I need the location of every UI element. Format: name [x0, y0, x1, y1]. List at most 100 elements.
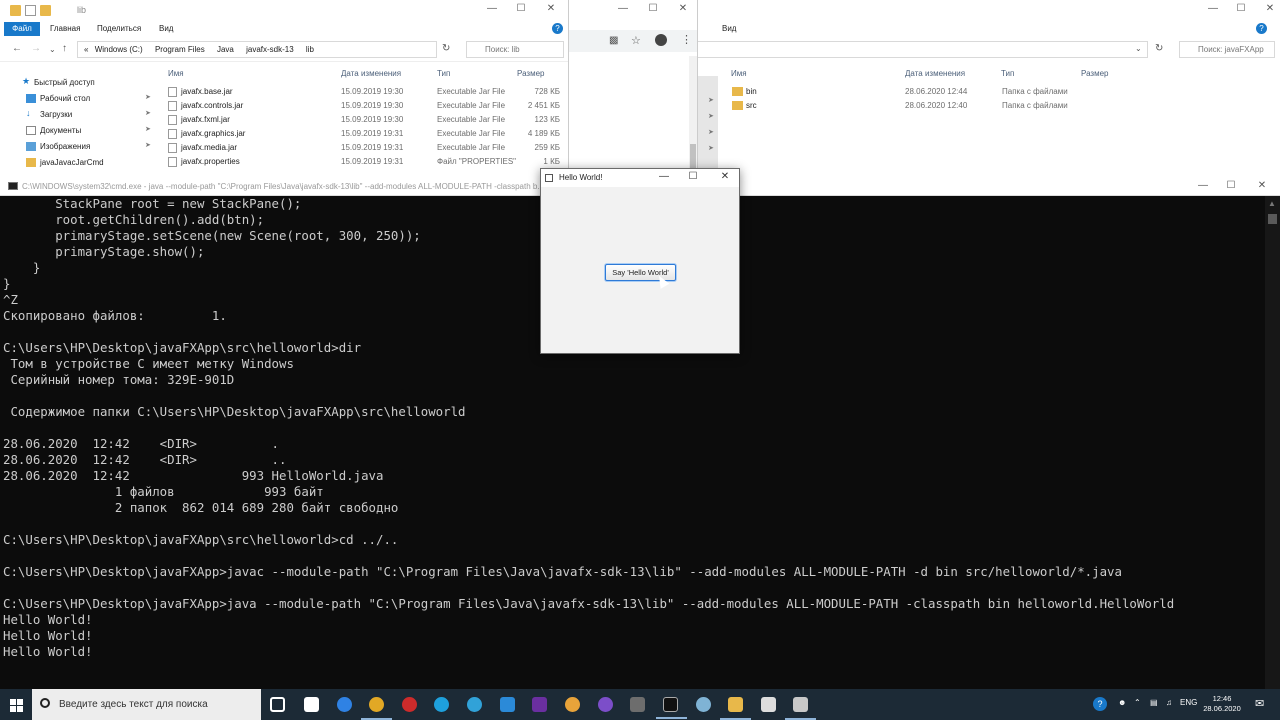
app-orange-icon[interactable]: [565, 697, 580, 712]
tab-share[interactable]: Поделиться: [97, 24, 141, 33]
up-arrow-icon[interactable]: ↑: [62, 43, 67, 54]
address-dropdown-icon[interactable]: ⌄: [1135, 44, 1142, 53]
breadcrumb-javafx-sdk[interactable]: javafx-sdk-13: [246, 45, 294, 54]
folder-row[interactable]: bin 28.06.2020 12:44 Папка с файлами: [732, 85, 1132, 99]
file-row[interactable]: javafx.controls.jar 15.09.2019 19:30 Exe…: [168, 99, 566, 113]
back-arrow-icon[interactable]: ←: [12, 43, 22, 54]
nav-item-quick-access[interactable]: ★ Быстрый доступ: [0, 76, 158, 90]
column-header-size[interactable]: Размер: [517, 69, 545, 78]
file-row[interactable]: javafx.graphics.jar 15.09.2019 19:31 Exe…: [168, 127, 566, 141]
scroll-up-icon[interactable]: ▲: [1268, 199, 1276, 208]
volume-icon[interactable]: ♫: [1166, 698, 1172, 707]
system-clock[interactable]: 12:46 28.06.2020: [1200, 694, 1244, 714]
search-input[interactable]: Поиск: javaFXApp: [1179, 41, 1275, 58]
opera-icon[interactable]: [402, 697, 417, 712]
column-header-name[interactable]: Имя: [168, 69, 184, 78]
column-header-name[interactable]: Имя: [731, 69, 747, 78]
edge-browser-icon[interactable]: [337, 697, 352, 712]
column-header-type[interactable]: Тип: [437, 69, 450, 78]
browser-window[interactable]: — ☐ ✕ ▩ ☆ ⋮: [568, 0, 698, 196]
java-app-icon[interactable]: [785, 697, 816, 720]
hello-maximize-button[interactable]: ☐: [686, 171, 700, 182]
show-hidden-icons-chevron-icon[interactable]: ⌃: [1134, 698, 1141, 707]
column-header-type[interactable]: Тип: [1001, 69, 1014, 78]
browser-maximize-button[interactable]: ☐: [645, 3, 661, 14]
file-row[interactable]: javafx.fxml.jar 15.09.2019 19:30 Executa…: [168, 113, 566, 127]
translate-icon[interactable]: ▩: [609, 35, 618, 46]
visual-studio-icon[interactable]: [532, 697, 547, 712]
notifications-icon[interactable]: ✉: [1255, 697, 1264, 710]
column-header-size[interactable]: Размер: [1081, 69, 1109, 78]
breadcrumb-program-files[interactable]: Program Files: [155, 45, 205, 54]
language-indicator[interactable]: ENG: [1180, 698, 1197, 707]
cmd-taskbar-icon[interactable]: [656, 697, 687, 719]
help-icon[interactable]: ?: [1256, 23, 1267, 34]
minimize-button[interactable]: —: [484, 3, 500, 14]
column-header-date[interactable]: Дата изменения: [341, 69, 401, 78]
snipping-tool-icon[interactable]: [761, 697, 776, 712]
profile-icon[interactable]: [655, 34, 667, 46]
nav-item-javajavacjarcmd[interactable]: javaJavacJarCmd: [0, 156, 158, 170]
network-icon[interactable]: ▤: [1150, 698, 1158, 707]
people-icon[interactable]: ☻: [1118, 698, 1126, 707]
task-view-icon[interactable]: [270, 697, 285, 712]
photos-icon[interactable]: [630, 697, 645, 712]
close-button[interactable]: ✕: [543, 3, 559, 14]
file-explorer-icon[interactable]: [720, 697, 751, 720]
cmd-minimize-button[interactable]: —: [1195, 180, 1211, 191]
file-row[interactable]: javafx.media.jar 15.09.2019 19:31 Execut…: [168, 141, 566, 155]
column-header-date[interactable]: Дата изменения: [905, 69, 965, 78]
address-bar[interactable]: « Windows (C:) Program Files Java javafx…: [77, 41, 437, 58]
refresh-icon[interactable]: ↻: [1155, 43, 1163, 54]
folder-row[interactable]: src 28.06.2020 12:40 Папка с файлами: [732, 99, 1132, 113]
help-icon[interactable]: ?: [552, 23, 563, 34]
nav-item-downloads[interactable]: ↓ Загрузки ➤: [0, 108, 158, 122]
browser-close-button[interactable]: ✕: [675, 3, 691, 14]
breadcrumb-lib[interactable]: lib: [306, 45, 314, 54]
help-tray-icon[interactable]: ?: [1093, 697, 1107, 711]
calculator-icon[interactable]: [304, 697, 319, 712]
start-button[interactable]: [0, 689, 32, 720]
close-button[interactable]: ✕: [1262, 3, 1278, 14]
address-bar[interactable]: [698, 41, 1148, 58]
tab-file[interactable]: Файл: [4, 22, 40, 36]
explorer-titlebar[interactable]: lib — ☐ ✕: [0, 0, 568, 22]
nav-item-desktop[interactable]: Рабочий стол ➤: [0, 92, 158, 106]
breadcrumb-drive[interactable]: Windows (C:): [95, 45, 143, 54]
skype-icon[interactable]: [434, 697, 449, 712]
hello-world-window[interactable]: Hello World! — ☐ ✕ Say 'Hello World': [540, 168, 740, 354]
nav-item-pictures[interactable]: Изображения ➤: [0, 140, 158, 154]
explorer-window-javafxapp[interactable]: — ☐ ✕ Вид ? ⌄ ↻ Поиск: javaFXApp Имя Дат…: [698, 0, 1280, 176]
browser-menu-icon[interactable]: ⋮: [681, 33, 692, 46]
properties-icon[interactable]: [25, 5, 36, 16]
tab-home[interactable]: Главная: [50, 24, 80, 33]
network-app-icon[interactable]: [696, 697, 711, 712]
browser-minimize-button[interactable]: —: [615, 3, 631, 14]
tab-view[interactable]: Вид: [722, 24, 736, 33]
minimize-button[interactable]: —: [1205, 3, 1221, 14]
file-row[interactable]: javafx.base.jar 15.09.2019 19:30 Executa…: [168, 85, 566, 99]
bookmark-star-icon[interactable]: ☆: [631, 34, 641, 47]
search-input[interactable]: Поиск: lib: [466, 41, 564, 58]
hello-minimize-button[interactable]: —: [657, 171, 671, 182]
virtualbox-icon[interactable]: [500, 697, 515, 712]
cmd-maximize-button[interactable]: ☐: [1223, 180, 1239, 191]
cmd-close-button[interactable]: ✕: [1254, 180, 1270, 191]
nav-item-documents[interactable]: Документы ➤: [0, 124, 158, 138]
hello-close-button[interactable]: ✕: [718, 171, 732, 182]
new-folder-icon[interactable]: [40, 5, 51, 16]
maximize-button[interactable]: ☐: [1233, 3, 1249, 14]
recent-chevron-icon[interactable]: ⌄: [49, 45, 56, 54]
maximize-button[interactable]: ☐: [513, 3, 529, 14]
breadcrumb-java[interactable]: Java: [217, 45, 234, 54]
taskbar-search-box[interactable]: Введите здесь текст для поиска: [32, 689, 261, 720]
forward-arrow-icon[interactable]: →: [31, 43, 41, 54]
chrome-icon[interactable]: [361, 697, 392, 720]
cmd-scroll-thumb[interactable]: [1268, 214, 1277, 224]
hello-titlebar[interactable]: Hello World! — ☐ ✕: [541, 169, 739, 187]
tab-view[interactable]: Вид: [159, 24, 173, 33]
telegram-icon[interactable]: [467, 697, 482, 712]
viber-icon[interactable]: [598, 697, 613, 712]
file-row[interactable]: javafx.properties 15.09.2019 19:31 Файл …: [168, 155, 566, 169]
refresh-icon[interactable]: ↻: [442, 43, 450, 54]
